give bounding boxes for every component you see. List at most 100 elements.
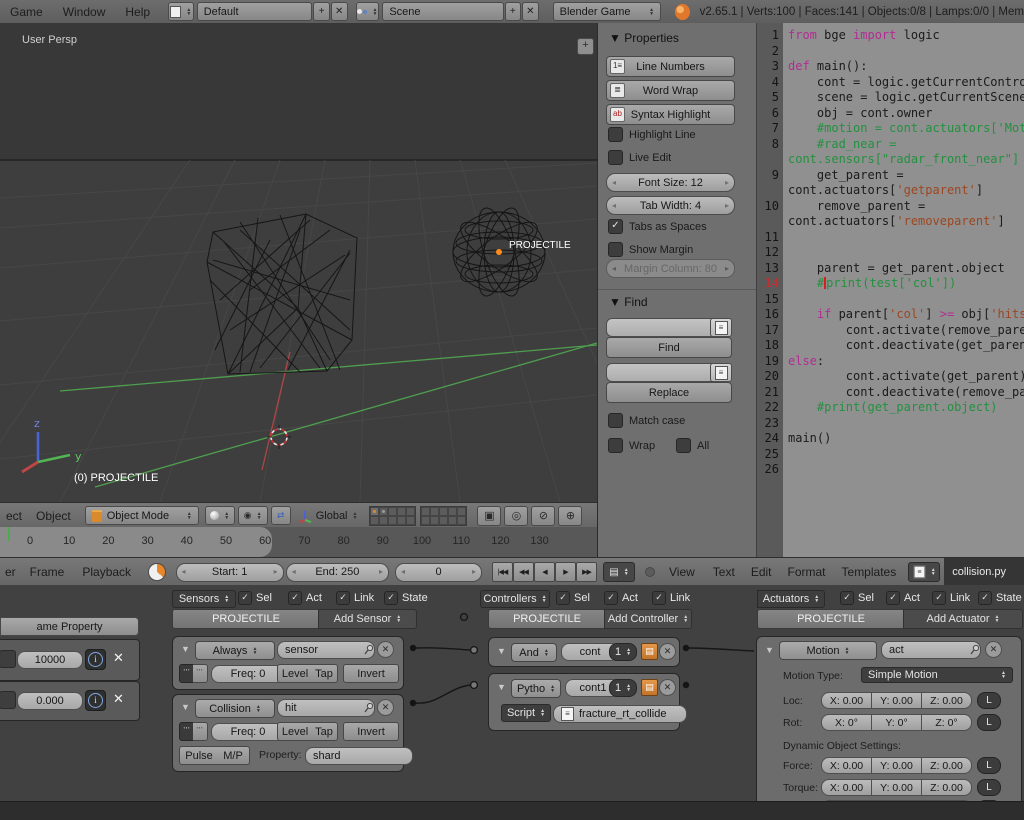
property-value-field[interactable]: 0.000 (17, 692, 83, 710)
match-case-checkbox[interactable]: Match case (608, 413, 685, 428)
play-button[interactable]: ▶ (555, 562, 576, 582)
find-panel-header[interactable]: ▼ Find (609, 295, 648, 309)
collision-property-field[interactable]: shard (305, 747, 413, 765)
invert-button[interactable]: Invert (343, 664, 399, 683)
menu-view[interactable]: View (659, 565, 705, 579)
level-button[interactable]: Level (277, 722, 313, 741)
pin-icon[interactable] (969, 644, 980, 655)
find-datablock-icon[interactable]: ≡ (710, 318, 732, 337)
line-numbers-button[interactable]: 1≡Line Numbers (606, 56, 735, 77)
delete-property-icon[interactable]: ✕ (113, 691, 124, 707)
controller-type-select[interactable]: Pytho (511, 679, 561, 698)
snap-icon[interactable]: ⊘ (531, 506, 555, 526)
rot-local-toggle[interactable]: L (977, 714, 1001, 731)
menu-object[interactable]: Object (28, 509, 79, 523)
add-sensor-button[interactable]: Add Sensor (318, 609, 417, 629)
freq-field[interactable]: Freq: 0 (211, 723, 285, 741)
next-keyframe-button[interactable]: ▶▶ (576, 562, 597, 582)
actuators-object-name[interactable]: PROJECTILE (757, 609, 905, 629)
actuators-state-toggle[interactable]: ✓State (978, 591, 1022, 605)
collapse-icon[interactable]: ▼ (181, 702, 190, 712)
proportional-edit-icon[interactable]: ◎ (504, 506, 528, 526)
orientation-select[interactable]: Global (316, 510, 348, 522)
property-type-stub[interactable] (0, 650, 16, 668)
pulse-false-toggle[interactable]: ''' (193, 722, 208, 741)
find-input[interactable] (606, 318, 712, 337)
actuator-name-field[interactable]: act (881, 641, 981, 659)
find-button[interactable]: Find (606, 337, 732, 358)
torque-xyz-fields[interactable]: X: 0.00 Y: 0.00 Z: 0.00 (821, 779, 972, 796)
editor-type-select[interactable]: ▤ (603, 562, 635, 582)
mark-icon[interactable]: ▤ (641, 679, 658, 696)
pulse-false-toggle[interactable]: ''' (193, 664, 208, 683)
property-info-button[interactable]: i (85, 649, 106, 670)
editor-type-icon[interactable] (168, 2, 194, 21)
freq-field[interactable]: Freq: 0 (211, 665, 285, 683)
margin-column-field[interactable]: ◂Margin Column: 80▸ (606, 259, 735, 278)
menu-marker[interactable]: er (0, 565, 21, 579)
play-reverse-button[interactable]: ◀ (534, 562, 555, 582)
loc-local-toggle[interactable]: L (977, 692, 1001, 709)
property-type-stub[interactable] (0, 691, 16, 709)
mark-icon[interactable]: ▤ (641, 643, 658, 660)
replace-datablock-icon[interactable]: ≡ (710, 363, 732, 382)
highlight-line-checkbox[interactable]: Highlight Line (608, 127, 696, 142)
sensor-name-field[interactable]: sensor (277, 641, 375, 659)
engine-select[interactable]: Blender Game (553, 2, 662, 21)
controllers-filter-select[interactable]: Controllers (480, 590, 550, 608)
controller-state-field[interactable]: 1 (609, 679, 637, 697)
add-layout-button[interactable]: + (313, 2, 330, 21)
start-frame-field[interactable]: ◂Start: 1▸ (176, 563, 284, 582)
collapse-icon[interactable]: ▼ (765, 645, 774, 655)
sensors-act-toggle[interactable]: ✓Act (288, 591, 322, 605)
invert-button[interactable]: Invert (343, 722, 399, 741)
toolshelf-expand-icon[interactable]: + (577, 38, 594, 55)
property-info-button[interactable]: i (85, 690, 106, 711)
sensors-filter-select[interactable]: Sensors (172, 590, 236, 608)
scene-field[interactable]: Scene (382, 2, 503, 21)
sensors-sel-toggle[interactable]: ✓Sel (238, 591, 272, 605)
script-mode-select[interactable]: Script (501, 704, 551, 722)
tap-button[interactable]: Tap (311, 664, 338, 683)
tabs-as-spaces-checkbox[interactable]: ✓Tabs as Spaces (608, 219, 707, 234)
menu-format[interactable]: Format (780, 565, 834, 579)
live-edit-checkbox[interactable]: Live Edit (608, 150, 671, 165)
replace-input[interactable] (606, 363, 712, 382)
script-name-field[interactable]: ≡ fracture_rt_collide (553, 705, 687, 723)
delete-controller-icon[interactable]: ✕ (659, 679, 676, 696)
delete-sensor-icon[interactable]: ✕ (377, 699, 394, 716)
manipulator-toggle[interactable]: ⇄ (271, 506, 291, 525)
word-wrap-button[interactable]: ≣Word Wrap (606, 80, 735, 101)
menu-playback[interactable]: Playback (73, 565, 140, 579)
time-icon[interactable] (148, 563, 165, 581)
add-controller-button[interactable]: Add Controller (604, 609, 692, 629)
all-checkbox[interactable]: All (676, 438, 709, 453)
pulse-button[interactable]: Pulse (179, 746, 219, 765)
tap-button[interactable]: Tap (311, 722, 338, 741)
collapse-icon[interactable]: ▼ (181, 644, 190, 654)
delete-scene-button[interactable]: ✕ (522, 2, 539, 21)
lock-to-scene-icon[interactable]: ▣ (477, 506, 501, 526)
motion-type-select[interactable]: Simple Motion (861, 667, 1013, 683)
show-margin-checkbox[interactable]: Show Margin (608, 242, 693, 257)
loc-xyz-fields[interactable]: X: 0.00 Y: 0.00 Z: 0.00 (821, 692, 972, 709)
layers-group-1[interactable] (369, 506, 416, 526)
add-game-property-button[interactable]: ame Property (0, 617, 139, 636)
scene-icon[interactable] (356, 2, 380, 21)
text-name-field[interactable]: collision.py (944, 558, 1024, 586)
sensor-type-select[interactable]: Collision (195, 699, 275, 718)
syntax-highlight-button[interactable]: abSyntax Highlight (606, 104, 735, 125)
torque-local-toggle[interactable]: L (977, 779, 1001, 796)
menu-game[interactable]: Game (0, 5, 53, 19)
sensors-state-toggle[interactable]: ✓State (384, 591, 428, 605)
shading-select[interactable] (205, 506, 235, 525)
pin-icon[interactable] (363, 644, 374, 655)
actuator-type-select[interactable]: Motion (779, 641, 877, 660)
menu-text[interactable]: Text (705, 565, 743, 579)
delete-actuator-icon[interactable]: ✕ (985, 641, 1002, 658)
tab-width-field[interactable]: ◂Tab Width: 4▸ (606, 196, 735, 215)
delete-property-icon[interactable]: ✕ (113, 650, 124, 666)
controller-state-field[interactable]: 1 (609, 643, 637, 661)
replace-button[interactable]: Replace (606, 382, 732, 403)
delete-sensor-icon[interactable]: ✕ (377, 641, 394, 658)
